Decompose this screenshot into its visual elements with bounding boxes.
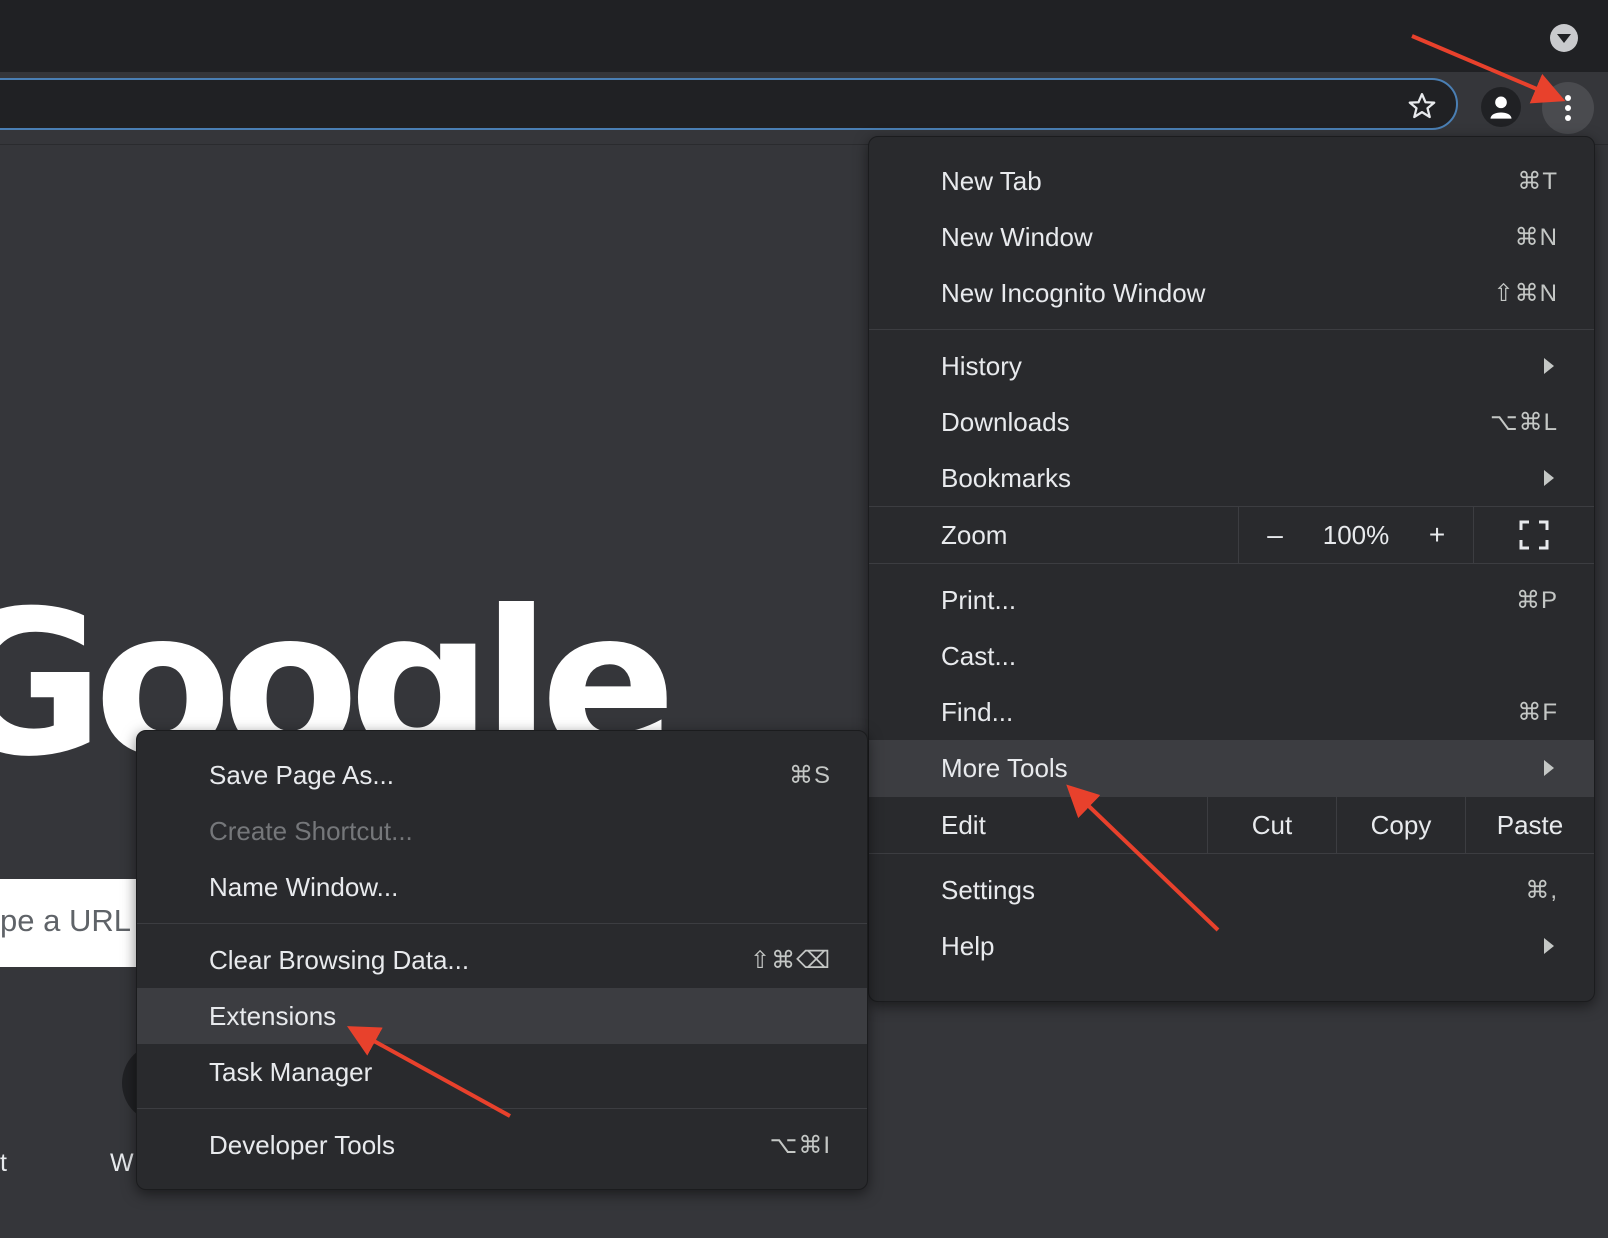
submenu-arrow-icon <box>1544 358 1554 374</box>
menu-row-edit: Edit Cut Copy Paste <box>869 797 1594 853</box>
shortcut-label[interactable]: W <box>110 1149 134 1178</box>
zoom-controls: – 100% + <box>1238 507 1473 563</box>
submenu-arrow-icon <box>1544 760 1554 776</box>
menu-item-create-shortcut: Create Shortcut... <box>137 803 867 859</box>
menu-item-settings[interactable]: Settings ⌘, <box>869 862 1594 918</box>
menu-item-history[interactable]: History <box>869 338 1594 394</box>
menu-item-label: History <box>941 350 1022 381</box>
menu-item-label: Save Page As... <box>209 759 395 790</box>
shortcut-hint: ⌘T <box>1517 167 1558 195</box>
menu-item-label: Find... <box>941 696 1014 727</box>
star-icon[interactable] <box>1404 88 1440 124</box>
menu-item-label: Clear Browsing Data... <box>209 944 470 975</box>
shortcut-hint: ⌥⌘I <box>769 1131 831 1159</box>
paste-button[interactable]: Paste <box>1465 797 1594 853</box>
menu-item-label: Print... <box>941 584 1017 615</box>
zoom-label: Zoom <box>941 519 1008 550</box>
shortcut-hint: ⌘N <box>1514 223 1558 251</box>
menu-item-label: Bookmarks <box>941 462 1072 493</box>
menu-item-new-incognito-window[interactable]: New Incognito Window ⇧⌘N <box>869 265 1594 321</box>
menu-divider <box>137 1108 867 1109</box>
cut-button[interactable]: Cut <box>1207 797 1336 853</box>
chevron-down-icon[interactable] <box>1550 24 1578 52</box>
menu-item-extensions[interactable]: Extensions <box>137 988 867 1044</box>
shortcut-hint: ⌥⌘L <box>1489 408 1558 436</box>
menu-item-label: Settings <box>941 874 1035 905</box>
menu-item-label: Name Window... <box>209 871 399 902</box>
menu-item-label: Extensions <box>209 1000 337 1031</box>
shortcut-hint: ⌘, <box>1525 876 1558 904</box>
menu-item-label: More Tools <box>941 752 1068 783</box>
menu-item-find[interactable]: Find... ⌘F <box>869 684 1594 740</box>
menu-item-cast[interactable]: Cast... <box>869 628 1594 684</box>
chrome-main-menu: New Tab ⌘T New Window ⌘N New Incognito W… <box>868 136 1595 1002</box>
menu-row-zoom: Zoom – 100% + <box>869 507 1594 563</box>
menu-item-developer-tools[interactable]: Developer Tools ⌥⌘I <box>137 1117 867 1173</box>
shortcut-hint: ⌘S <box>788 761 831 789</box>
edit-label: Edit <box>941 809 986 840</box>
menu-divider <box>869 853 1594 854</box>
menu-item-save-page-as[interactable]: Save Page As... ⌘S <box>137 747 867 803</box>
shortcut-hint: ⌘P <box>1515 586 1558 614</box>
copy-button[interactable]: Copy <box>1336 797 1465 853</box>
shortcut-hint: ⌘F <box>1517 698 1558 726</box>
menu-item-label: Create Shortcut... <box>209 815 413 846</box>
search-placeholder: pe a URL <box>0 903 131 938</box>
zoom-out-button[interactable]: – <box>1239 507 1311 563</box>
fullscreen-icon <box>1519 520 1549 550</box>
menu-item-new-window[interactable]: New Window ⌘N <box>869 209 1594 265</box>
menu-item-help[interactable]: Help <box>869 918 1594 974</box>
menu-item-more-tools[interactable]: More Tools <box>869 740 1594 796</box>
tab-strip <box>0 0 1608 72</box>
menu-item-label: Developer Tools <box>209 1129 395 1160</box>
zoom-level: 100% <box>1322 519 1390 550</box>
shortcut-label[interactable]: t <box>0 1149 7 1178</box>
menu-item-label: Downloads <box>941 406 1070 437</box>
address-bar[interactable] <box>0 78 1458 130</box>
menu-item-clear-browsing-data[interactable]: Clear Browsing Data... ⇧⌘⌫ <box>137 932 867 988</box>
shortcut-hint: ⇧⌘⌫ <box>749 946 831 974</box>
submenu-arrow-icon <box>1544 938 1554 954</box>
menu-item-task-manager[interactable]: Task Manager <box>137 1044 867 1100</box>
menu-item-name-window[interactable]: Name Window... <box>137 859 867 915</box>
submenu-arrow-icon <box>1544 470 1554 486</box>
more-tools-submenu: Save Page As... ⌘S Create Shortcut... Na… <box>136 730 868 1190</box>
menu-divider <box>137 923 867 924</box>
three-dots-vertical-icon[interactable] <box>1542 82 1594 134</box>
shortcut-hint: ⇧⌘N <box>1493 279 1558 307</box>
menu-item-label: Help <box>941 930 995 961</box>
menu-item-label: New Tab <box>941 165 1042 196</box>
menu-item-label: New Window <box>941 221 1093 252</box>
fullscreen-button[interactable] <box>1473 507 1594 563</box>
menu-divider <box>869 563 1594 564</box>
menu-item-downloads[interactable]: Downloads ⌥⌘L <box>869 394 1594 450</box>
menu-item-label: New Incognito Window <box>941 277 1206 308</box>
menu-item-label: Cast... <box>941 640 1017 671</box>
menu-divider <box>869 329 1594 330</box>
menu-item-label: Task Manager <box>209 1056 373 1087</box>
menu-item-bookmarks[interactable]: Bookmarks <box>869 450 1594 506</box>
menu-item-new-tab[interactable]: New Tab ⌘T <box>869 153 1594 209</box>
person-icon[interactable] <box>1481 87 1521 127</box>
zoom-in-button[interactable]: + <box>1401 507 1473 563</box>
menu-item-print[interactable]: Print... ⌘P <box>869 572 1594 628</box>
